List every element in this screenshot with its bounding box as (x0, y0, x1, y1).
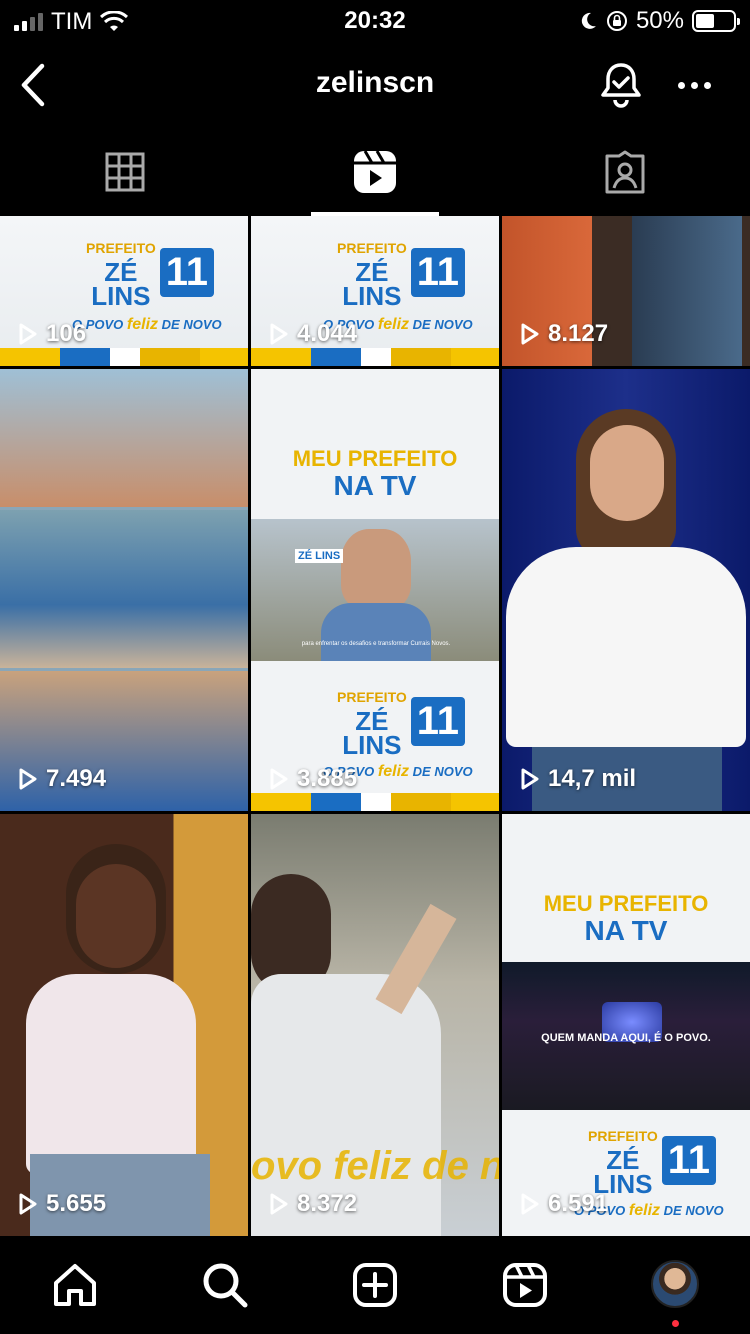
nav-home[interactable] (50, 1260, 100, 1310)
tab-grid[interactable] (0, 128, 250, 216)
crowd-video-frame: QUEM MANDA AQUI, É O POVO. (502, 962, 750, 1110)
view-count: 3.885 (269, 765, 357, 793)
person-figure (341, 529, 411, 609)
status-right: 50% (578, 7, 740, 35)
reel-thumbnail[interactable]: 14,7 mil (502, 369, 750, 811)
status-bar: TIM 20:32 50% (0, 0, 750, 40)
child-shirt (26, 974, 196, 1174)
home-icon (54, 1264, 96, 1306)
moon-icon (581, 12, 596, 29)
brand-stripe (251, 793, 499, 811)
reels-grid: PREFEITO ZÉ LINS 11 O POVO feliz DE NOVO 1… (0, 216, 750, 1236)
tagged-icon (605, 150, 645, 194)
video-subtitle: para enfrentar os desafios e transformar… (301, 641, 451, 647)
dot-icon (703, 81, 711, 89)
brand-slogan: O POVO feliz DE NOVO (72, 316, 222, 333)
nav-search[interactable] (200, 1260, 250, 1310)
brand-logo: PREFEITO ZÉ LINS 11 (337, 236, 466, 309)
reel-thumbnail[interactable]: MEU PREFEITO NA TV QUEM MANDA AQUI, É O … (502, 814, 750, 1236)
reel-thumbnail[interactable]: 8.127 (502, 216, 750, 366)
view-count: 14,7 mil (520, 765, 636, 793)
more-options-button[interactable] (670, 68, 718, 102)
tv-promo-title: MEU PREFEITO NA TV (292, 446, 458, 502)
person-face (590, 425, 664, 521)
tv-promo-title: MEU PREFEITO NA TV (543, 891, 709, 947)
crowd-caption: QUEM MANDA AQUI, É O POVO. (541, 1032, 711, 1044)
person-shirt (506, 547, 746, 747)
tv-video-frame: ZÉ LINS para enfrentar os desafios e tra… (251, 519, 499, 661)
view-count: 8.127 (520, 320, 608, 348)
play-icon (19, 323, 37, 345)
profile-header: zelinscn (0, 44, 750, 126)
view-count: 4.044 (269, 320, 357, 348)
battery-icon (692, 10, 740, 32)
play-icon (270, 323, 288, 345)
brand-logo: PREFEITO ZÉ LINS 11 (588, 1124, 717, 1197)
search-icon (203, 1263, 248, 1308)
view-count: 8.372 (269, 1190, 357, 1218)
slogan-overlay: ovo feliz de no (251, 1144, 499, 1188)
tab-reels[interactable] (250, 128, 500, 216)
reel-thumbnail[interactable]: PREFEITO ZÉ LINS 11 O POVO feliz DE NOVO 1… (0, 216, 248, 366)
small-brand-logo: ZÉ LINS (295, 549, 344, 563)
reels-nav-icon (503, 1263, 547, 1307)
view-count: 106 (18, 320, 86, 348)
notifications-button[interactable] (596, 60, 646, 110)
reels-icon (354, 150, 396, 193)
bottom-navigation (0, 1236, 750, 1334)
profile-avatar[interactable] (651, 1260, 699, 1308)
play-icon (270, 1193, 288, 1215)
photo-panel (0, 369, 248, 507)
nav-reels[interactable] (500, 1260, 550, 1310)
profile-tabs (0, 128, 750, 216)
brand-stripe (251, 348, 499, 366)
tab-tagged[interactable] (500, 128, 750, 216)
add-post-icon (353, 1263, 397, 1307)
reel-thumbnail[interactable]: ovo feliz de no 8.372 (251, 814, 499, 1236)
brand-stripe (0, 348, 248, 366)
photo-figure (632, 216, 742, 366)
view-count: 5.655 (18, 1190, 106, 1218)
view-count: 7.494 (18, 765, 106, 793)
reel-thumbnail[interactable]: PREFEITO ZÉ LINS 11 O POVO feliz DE NOVO 4… (251, 216, 499, 366)
person-figure (321, 603, 431, 661)
brand-logo: PREFEITO ZÉ LINS 11 (337, 685, 466, 758)
play-icon (19, 1193, 37, 1215)
reel-thumbnail[interactable]: 5.655 (0, 814, 248, 1236)
notification-dot (672, 1320, 679, 1327)
play-icon (521, 768, 539, 790)
play-icon (521, 323, 539, 345)
nav-create[interactable] (350, 1260, 400, 1310)
child-face (76, 864, 156, 968)
grid-icon (105, 152, 145, 192)
reel-thumbnail[interactable]: 7.494 (0, 369, 248, 811)
play-icon (270, 768, 288, 790)
brand-logo: PREFEITO ZÉ LINS 11 (86, 236, 215, 309)
dot-icon (690, 81, 698, 89)
photo-panel (0, 510, 248, 668)
dot-icon (677, 81, 685, 89)
play-icon (19, 768, 37, 790)
bell-check-icon (601, 63, 641, 108)
reel-thumbnail[interactable]: MEU PREFEITO NA TV ZÉ LINS para enfrenta… (251, 369, 499, 811)
battery-percent: 50% (635, 7, 684, 34)
view-count: 6.591 (520, 1190, 608, 1218)
rotation-lock-icon (606, 11, 627, 31)
play-icon (521, 1193, 539, 1215)
